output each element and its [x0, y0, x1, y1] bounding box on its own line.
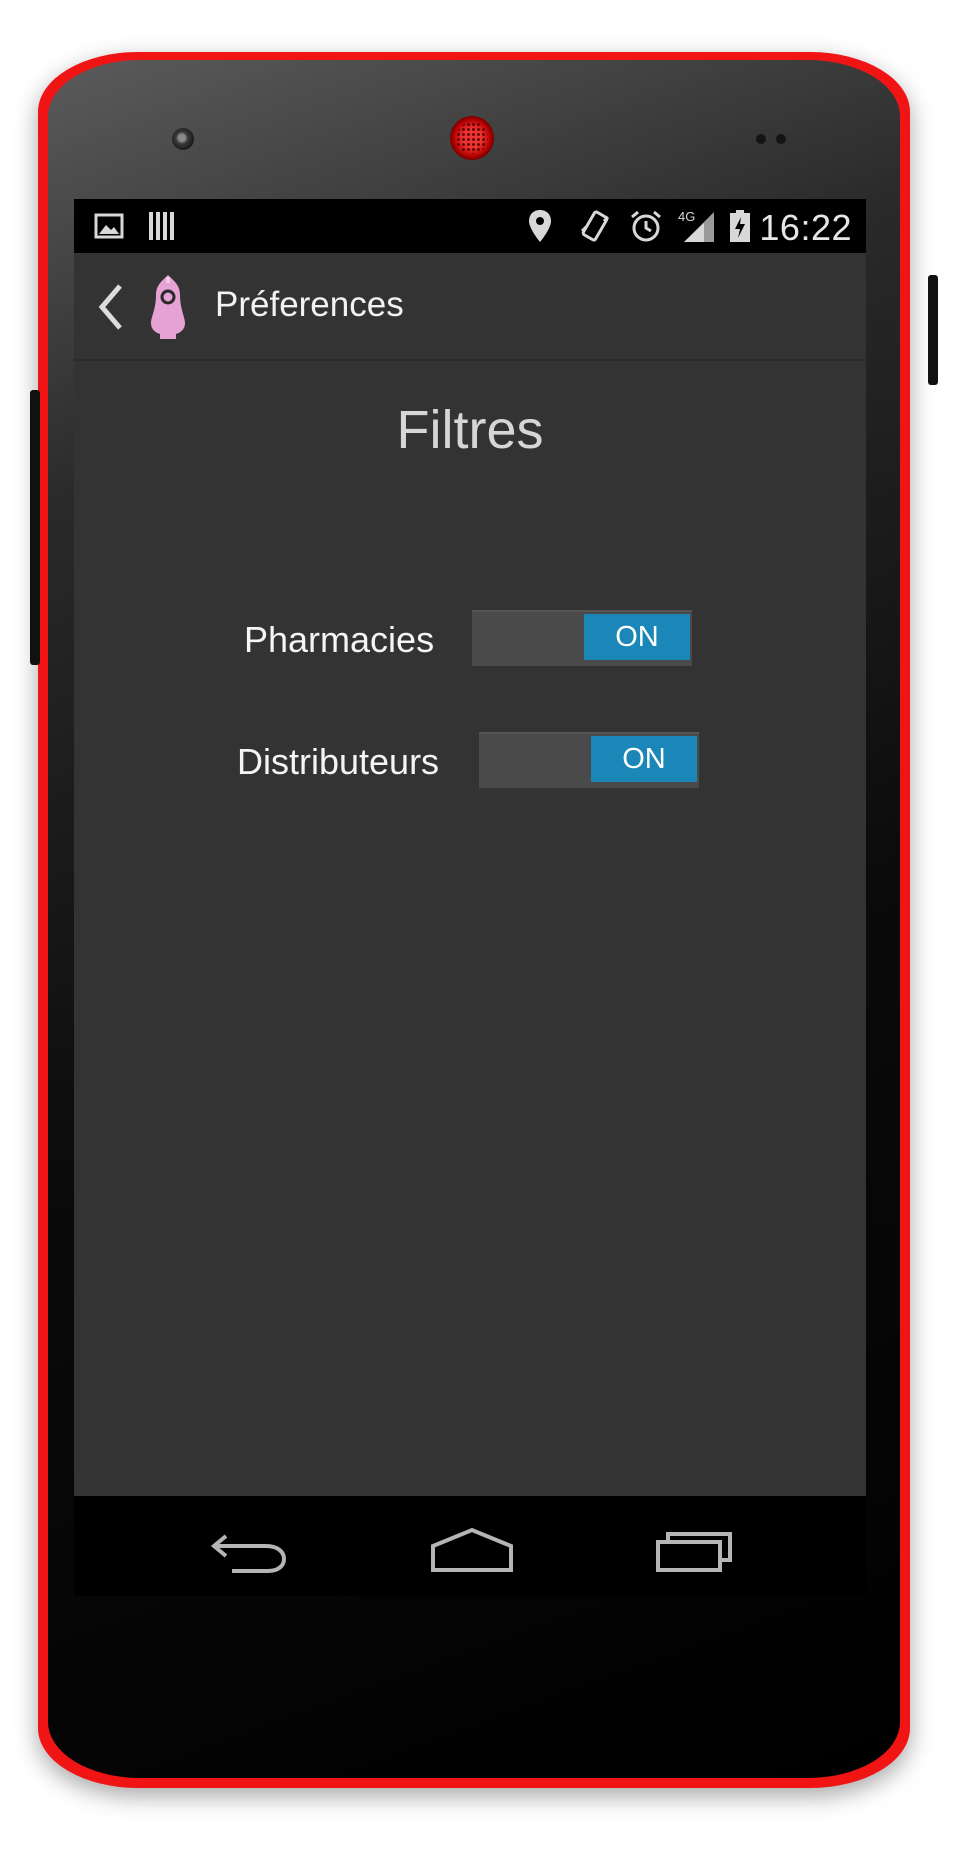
clock: 16:22 — [759, 207, 852, 248]
volume-button — [30, 390, 40, 665]
back-icon[interactable] — [210, 1526, 290, 1574]
toggle-state-label: ON — [591, 736, 697, 782]
section-heading: Filtres — [396, 400, 544, 460]
alarm-icon — [628, 210, 664, 242]
toggle-state-label: ON — [584, 614, 690, 660]
recent-apps-icon[interactable] — [654, 1526, 734, 1574]
toggle-distributeurs[interactable]: ON — [479, 732, 699, 788]
page-title: Préferences — [215, 285, 404, 324]
preferences-content: Filtres Pharmacies ON Distributeurs ON — [74, 359, 866, 1496]
gallery-icon — [94, 211, 124, 241]
toggle-pharmacies[interactable]: ON — [472, 610, 692, 666]
earpiece-speaker — [450, 116, 494, 160]
app-logo-icon[interactable] — [148, 273, 188, 341]
power-button — [928, 275, 938, 385]
vibrate-icon — [578, 210, 612, 242]
action-bar: Préferences — [74, 253, 866, 361]
location-icon — [528, 210, 552, 242]
filter-label-distributeurs: Distributeurs — [237, 741, 440, 782]
filter-label-pharmacies: Pharmacies — [244, 619, 435, 660]
network-type-label: 4G — [678, 209, 695, 224]
status-bar: 4G 16:22 — [74, 199, 866, 253]
proximity-sensor — [756, 134, 766, 144]
battery-charging-icon — [729, 210, 751, 242]
light-sensor — [776, 134, 786, 144]
chevron-left-icon[interactable] — [96, 283, 126, 331]
signal-icon: 4G — [678, 209, 716, 242]
screen: 4G 16:22 Préferences Filtres Pharmacies … — [74, 199, 866, 1596]
barcode-icon — [148, 211, 176, 241]
navigation-bar — [74, 1496, 866, 1596]
front-camera — [172, 128, 194, 150]
home-icon[interactable] — [430, 1526, 514, 1574]
